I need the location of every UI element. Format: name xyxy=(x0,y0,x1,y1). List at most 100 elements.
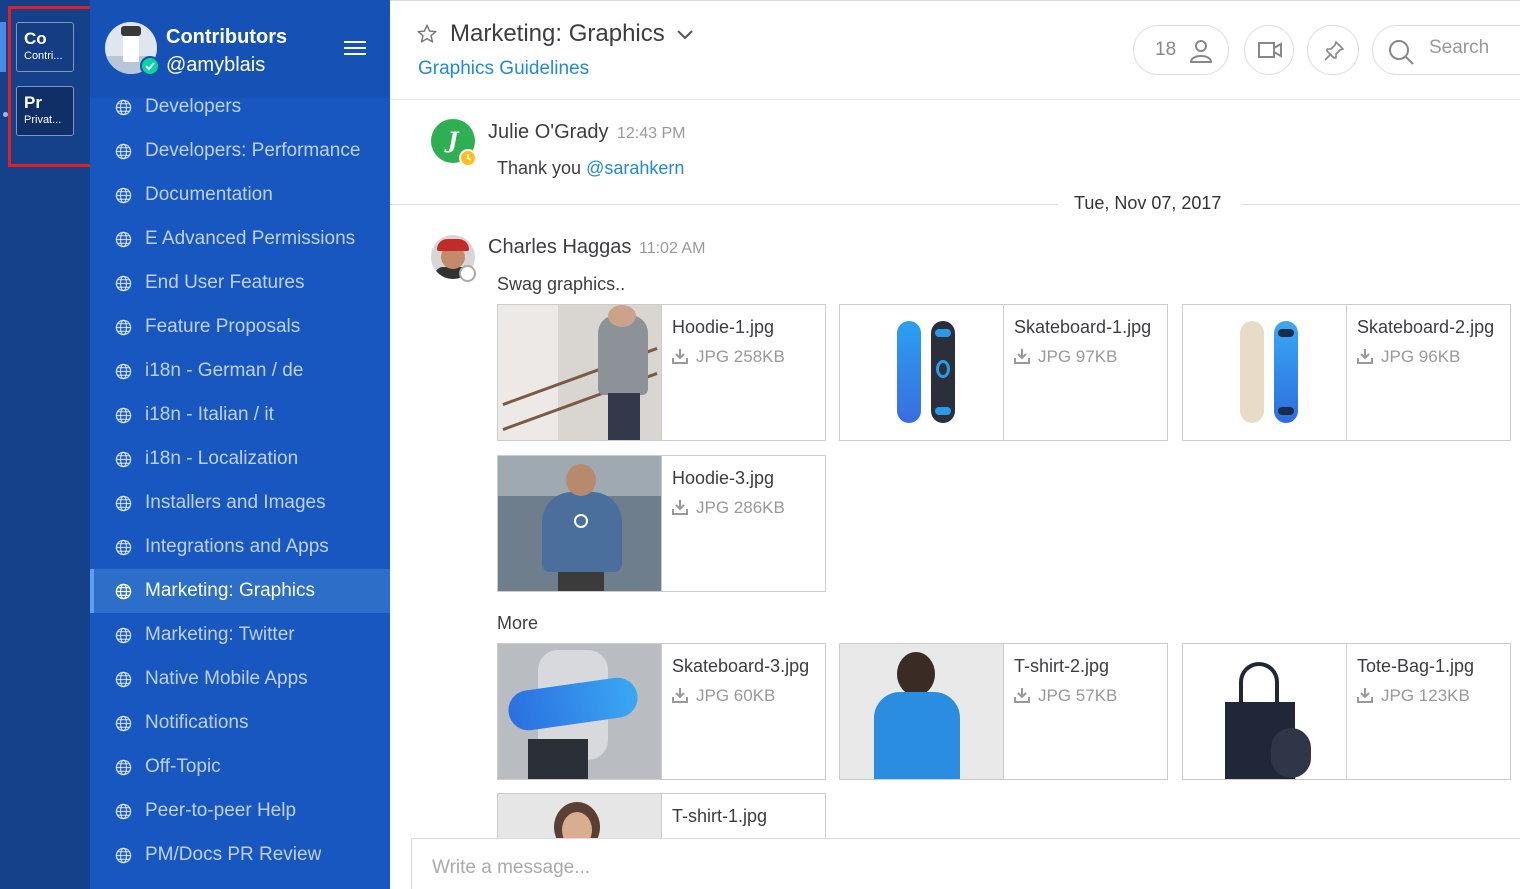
file-attachment[interactable]: T-shirt-1.jpg xyxy=(497,793,826,838)
channel-sidebar: Developers Developers: Performance Documen… xyxy=(90,0,390,889)
search-input[interactable] xyxy=(1429,37,1520,59)
download-icon[interactable] xyxy=(1014,348,1030,364)
date-separator-label: Tue, Nov 07, 2017 xyxy=(1074,193,1222,214)
sidebar-item-channel[interactable]: Documentation xyxy=(90,173,390,217)
channel-label: Marketing: Graphics xyxy=(145,580,316,601)
skateboard-thumbnail[interactable] xyxy=(498,644,662,779)
tshirt-thumbnail[interactable] xyxy=(840,644,1004,779)
member-count: 18 xyxy=(1155,39,1177,60)
post-time[interactable]: 11:02 AM xyxy=(639,240,705,258)
globe-icon xyxy=(115,275,132,292)
download-icon[interactable] xyxy=(1014,687,1030,703)
globe-icon xyxy=(115,847,132,864)
sidebar-item-channel[interactable]: Developers: Performance xyxy=(90,129,390,173)
channel-label: Integrations and Apps xyxy=(145,536,329,557)
hoodie-thumbnail[interactable] xyxy=(498,305,662,440)
channel-title[interactable]: Marketing: Graphics xyxy=(450,20,665,48)
file-attachment[interactable]: Skateboard-2.jpg JPG 96KB xyxy=(1182,304,1511,441)
sidebar-item-channel[interactable]: i18n - Localization xyxy=(90,437,390,481)
file-meta[interactable]: JPG 96KB xyxy=(1357,347,1460,367)
sidebar-item-channel[interactable]: Off-Topic xyxy=(90,745,390,789)
file-name[interactable]: Skateboard-1.jpg xyxy=(1014,317,1151,338)
post-message: Swag graphics.. xyxy=(497,274,626,294)
file-meta[interactable]: JPG 258KB xyxy=(672,347,785,367)
sidebar-item-channel[interactable]: Integrations and Apps xyxy=(90,525,390,569)
team-sidebar: Co Contri... Pr Privat... xyxy=(0,0,90,889)
message-input[interactable] xyxy=(432,857,1332,879)
file-attachment[interactable]: Skateboard-1.jpg JPG 97KB xyxy=(839,304,1168,441)
team-button-contributors[interactable]: Co Contri... xyxy=(16,22,74,72)
sidebar-item-channel[interactable]: Installers and Images xyxy=(90,481,390,525)
file-meta[interactable]: JPG 60KB xyxy=(672,686,775,706)
file-name[interactable]: Tote-Bag-1.jpg xyxy=(1357,656,1474,677)
download-icon[interactable] xyxy=(672,499,688,515)
sidebar-item-channel[interactable]: Marketing: Graphics xyxy=(90,569,390,613)
globe-icon xyxy=(115,803,132,820)
globe-icon xyxy=(115,143,132,160)
file-meta[interactable]: JPG 57KB xyxy=(1014,686,1117,706)
member-list-button[interactable]: 18 xyxy=(1133,25,1229,75)
sidebar-item-channel[interactable]: Feature Proposals xyxy=(90,305,390,349)
file-name[interactable]: Skateboard-3.jpg xyxy=(672,656,809,677)
globe-icon xyxy=(115,715,132,732)
sidebar-item-channel[interactable]: Marketing: Twitter xyxy=(90,613,390,657)
globe-icon xyxy=(115,231,132,248)
file-attachment[interactable]: T-shirt-2.jpg JPG 57KB xyxy=(839,643,1168,780)
file-attachment[interactable]: Skateboard-3.jpg JPG 60KB xyxy=(497,643,826,780)
user-mention[interactable]: @sarahkern xyxy=(586,158,684,178)
download-icon[interactable] xyxy=(1357,348,1373,364)
channel-label: E Advanced Permissions xyxy=(145,228,356,249)
tshirt-thumbnail[interactable] xyxy=(498,794,662,838)
video-call-button[interactable] xyxy=(1244,25,1294,75)
sidebar-item-channel[interactable]: Peer-to-peer Help xyxy=(90,789,390,833)
channel-label: Marketing: Twitter xyxy=(145,624,295,645)
file-attachment[interactable]: Tote-Bag-1.jpg JPG 123KB xyxy=(1182,643,1511,780)
favorite-star-icon[interactable] xyxy=(416,23,438,45)
file-meta[interactable]: JPG 123KB xyxy=(1357,686,1470,706)
sidebar-item-channel[interactable]: End User Features xyxy=(90,261,390,305)
date-separator: Tue, Nov 07, 2017 xyxy=(390,193,1520,214)
sidebar-item-channel[interactable]: i18n - German / de xyxy=(90,349,390,393)
file-name[interactable]: T-shirt-1.jpg xyxy=(672,806,767,827)
file-name[interactable]: Skateboard-2.jpg xyxy=(1357,317,1494,338)
away-status-icon xyxy=(459,149,477,167)
sidebar-item-channel[interactable]: Notifications xyxy=(90,701,390,745)
file-meta[interactable]: JPG 97KB xyxy=(1014,347,1117,367)
post-author[interactable]: Charles Haggas xyxy=(488,236,631,259)
globe-icon xyxy=(115,627,132,644)
file-meta[interactable]: JPG 286KB xyxy=(672,498,785,518)
sidebar-item-channel[interactable]: E Advanced Permissions xyxy=(90,217,390,261)
search-box[interactable] xyxy=(1372,25,1520,75)
file-name[interactable]: Hoodie-3.jpg xyxy=(672,468,774,489)
download-icon[interactable] xyxy=(1357,687,1373,703)
chevron-down-icon[interactable] xyxy=(676,29,694,41)
post-text: Thank you xyxy=(497,158,587,178)
file-name[interactable]: T-shirt-2.jpg xyxy=(1014,656,1109,677)
post-author[interactable]: Julie O'Grady xyxy=(488,121,609,144)
download-icon[interactable] xyxy=(672,348,688,364)
team-button-private[interactable]: Pr Privat... xyxy=(16,86,74,136)
globe-icon xyxy=(115,759,132,776)
post-message: More xyxy=(497,613,539,633)
channel-label: Feature Proposals xyxy=(145,316,301,337)
sidebar-item-channel[interactable]: PM/Docs PR Review xyxy=(90,833,390,877)
menu-icon[interactable] xyxy=(344,41,366,57)
channel-label: i18n - Localization xyxy=(145,448,299,469)
post-message: Thank you @sarahkern xyxy=(497,158,684,179)
skateboard-thumbnail[interactable] xyxy=(840,305,1004,440)
pinned-posts-button[interactable] xyxy=(1307,25,1359,75)
sidebar-item-channel[interactable]: i18n - Italian / it xyxy=(90,393,390,437)
sidebar-item-channel[interactable]: Native Mobile Apps xyxy=(90,657,390,701)
offline-status-icon xyxy=(459,265,476,282)
file-name[interactable]: Hoodie-1.jpg xyxy=(672,317,774,338)
hoodie-thumbnail[interactable] xyxy=(498,456,662,591)
tote-bag-thumbnail[interactable] xyxy=(1183,644,1347,779)
download-icon[interactable] xyxy=(672,687,688,703)
file-attachment[interactable]: Hoodie-1.jpg JPG 258KB xyxy=(497,304,826,441)
skateboard-thumbnail[interactable] xyxy=(1183,305,1347,440)
file-attachment[interactable]: Hoodie-3.jpg JPG 286KB xyxy=(497,455,826,592)
pin-icon xyxy=(1324,41,1344,61)
post-time[interactable]: 12:43 PM xyxy=(617,125,685,143)
header-link[interactable]: Graphics Guidelines xyxy=(418,58,589,80)
member-icon xyxy=(1190,40,1212,63)
